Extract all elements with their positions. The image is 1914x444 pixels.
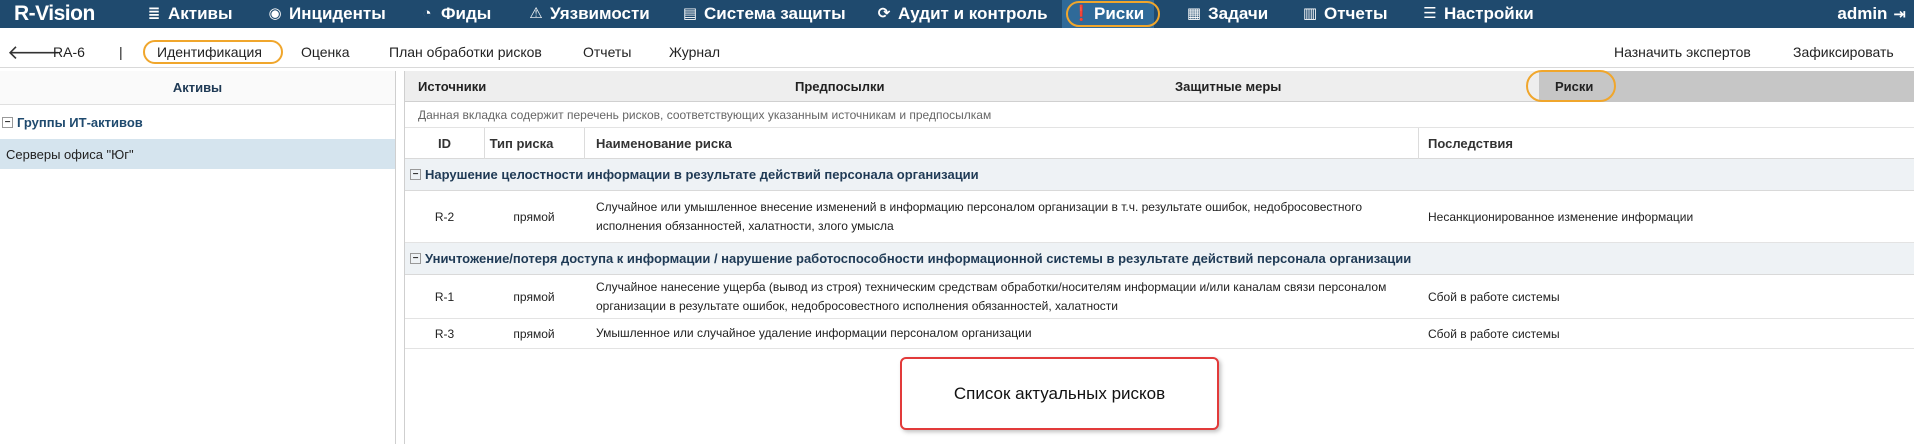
top-navigation-bar: R-Vision ≣ Активы ◉ Инциденты ◔ Фиды ⚠ У…	[0, 0, 1914, 28]
collapse-icon[interactable]: −	[2, 116, 13, 128]
nav-item-settings[interactable]: ☰ Настройки	[1422, 0, 1534, 28]
risk-id: R-2	[434, 209, 455, 224]
nav-item-label: Активы	[168, 4, 233, 23]
nav-item-label: Инциденты	[289, 4, 386, 23]
database-icon: ≣	[147, 5, 161, 22]
nav-item-label: Отчеты	[1324, 4, 1388, 23]
username: admin	[1837, 4, 1888, 23]
nav-item-label: Уязвимости	[550, 4, 650, 23]
risk-type: прямой	[513, 326, 555, 341]
risk-id: R-1	[434, 289, 455, 304]
tab-risks[interactable]: Риски	[1539, 71, 1914, 102]
app-logo[interactable]: R-Vision	[14, 2, 95, 26]
refresh-icon: ⟳	[877, 5, 891, 22]
assets-pane-title: Активы	[0, 71, 395, 105]
table-row[interactable]: R-2 прямой Случайное или умышленное внес…	[405, 191, 1914, 243]
nav-item-protection-system[interactable]: ▤ Система защиты	[682, 0, 846, 28]
table-header: ID Тип риска Наименование риска Последст…	[405, 128, 1914, 159]
target-icon: ◉	[268, 5, 282, 22]
assign-experts-button[interactable]: Назначить экспертов	[1614, 44, 1751, 60]
collapse-icon[interactable]: −	[410, 169, 421, 180]
menu-icon: ☰	[1423, 5, 1437, 22]
asset-item-selected[interactable]: Серверы офиса "Юг"	[0, 139, 395, 169]
tab-preconditions[interactable]: Предпосылки	[795, 71, 884, 102]
calendar-icon: ▦	[1186, 5, 1202, 22]
nav-item-feeds[interactable]: ◔ Фиды	[419, 0, 491, 28]
risk-name: Случайное нанесение ущерба (вывод из стр…	[596, 279, 1387, 313]
tab-protective-measures[interactable]: Защитные меры	[1175, 71, 1281, 102]
risk-id: R-3	[434, 326, 455, 341]
nav-item-label: Настройки	[1444, 4, 1534, 23]
risk-group-title: Уничтожение/потеря доступа к информации …	[425, 251, 1412, 266]
nav-item-reports[interactable]: ▥ Отчеты	[1302, 0, 1388, 28]
risk-name: Умышленное или случайное удаление информ…	[596, 326, 1032, 340]
tab-sources[interactable]: Источники	[418, 71, 486, 102]
risk-group-header[interactable]: − Нарушение целостности информации в рез…	[405, 159, 1914, 191]
asset-group[interactable]: − Группы ИТ-активов	[0, 105, 395, 139]
risk-type: прямой	[513, 289, 555, 304]
column-divider	[584, 128, 585, 159]
tab-description: Данная вкладка содержит перечень рисков,…	[405, 102, 1914, 128]
nav-item-label: Риски	[1094, 4, 1145, 23]
user-menu[interactable]: admin ⇥	[1837, 0, 1906, 28]
nav-item-incidents[interactable]: ◉ Инциденты	[267, 0, 386, 28]
column-risk-name[interactable]: Наименование риска	[596, 128, 732, 159]
column-consequences[interactable]: Последствия	[1428, 128, 1513, 159]
fix-button[interactable]: Зафиксировать	[1793, 44, 1894, 60]
nav-item-tasks[interactable]: ▦ Задачи	[1186, 0, 1268, 28]
warning-icon: ⚠	[529, 5, 543, 22]
secondary-toolbar: 🡐 RA-6 | Идентификация Оценка План обраб…	[0, 36, 1914, 68]
tab-risk-treatment-plan[interactable]: План обработки рисков	[389, 44, 542, 60]
risk-name: Случайное или умышленное внесение измене…	[596, 199, 1362, 233]
risk-consequence: Несанкционированное изменение информации	[1428, 209, 1694, 224]
column-divider	[1418, 128, 1419, 159]
tab-identification[interactable]: Идентификация	[157, 44, 262, 60]
logout-icon[interactable]: ⇥	[1893, 5, 1906, 23]
tab-reports[interactable]: Отчеты	[583, 44, 631, 60]
nav-item-vulnerabilities[interactable]: ⚠ Уязвимости	[528, 0, 650, 28]
risk-type: прямой	[513, 209, 555, 224]
risk-group-title: Нарушение целостности информации в резул…	[425, 167, 979, 182]
tab-evaluation[interactable]: Оценка	[301, 44, 350, 60]
risk-group-header[interactable]: − Уничтожение/потеря доступа к информаци…	[405, 243, 1914, 275]
column-id[interactable]: ID	[405, 128, 484, 159]
separator: |	[119, 44, 123, 60]
annotation-callout: Список актуальных рисков	[900, 357, 1219, 430]
nav-item-audit[interactable]: ⟳ Аудит и контроль	[876, 0, 1048, 28]
column-divider	[484, 128, 485, 159]
rss-icon: ◔	[422, 5, 432, 22]
tab-journal[interactable]: Журнал	[669, 44, 720, 60]
layers-icon: ▤	[682, 5, 698, 22]
nav-item-risks[interactable]: ❗ Риски	[1062, 0, 1155, 28]
alert-icon: ❗	[1072, 5, 1091, 22]
nav-item-assets[interactable]: ≣ Активы	[146, 0, 233, 28]
table-row[interactable]: R-1 прямой Случайное нанесение ущерба (в…	[405, 275, 1914, 319]
column-risk-type[interactable]: Тип риска	[484, 128, 559, 159]
nav-item-label: Аудит и контроль	[898, 4, 1048, 23]
nav-item-label: Задачи	[1208, 4, 1269, 23]
report-icon: ▥	[1302, 5, 1318, 22]
table-row[interactable]: R-3 прямой Умышленное или случайное удал…	[405, 319, 1914, 349]
nav-item-label: Система защиты	[704, 4, 846, 23]
asset-group-label: Группы ИТ-активов	[17, 114, 143, 130]
assessment-id: RA-6	[53, 44, 85, 60]
risk-consequence: Сбой в работе системы	[1428, 289, 1560, 304]
collapse-icon[interactable]: −	[410, 253, 421, 264]
nav-item-label: Фиды	[441, 4, 492, 23]
risk-consequence: Сбой в работе системы	[1428, 326, 1560, 341]
risk-tabs: Источники Предпосылки Защитные меры Риск…	[405, 71, 1914, 102]
assets-pane: Активы − Группы ИТ-активов Серверы офиса…	[0, 71, 396, 444]
